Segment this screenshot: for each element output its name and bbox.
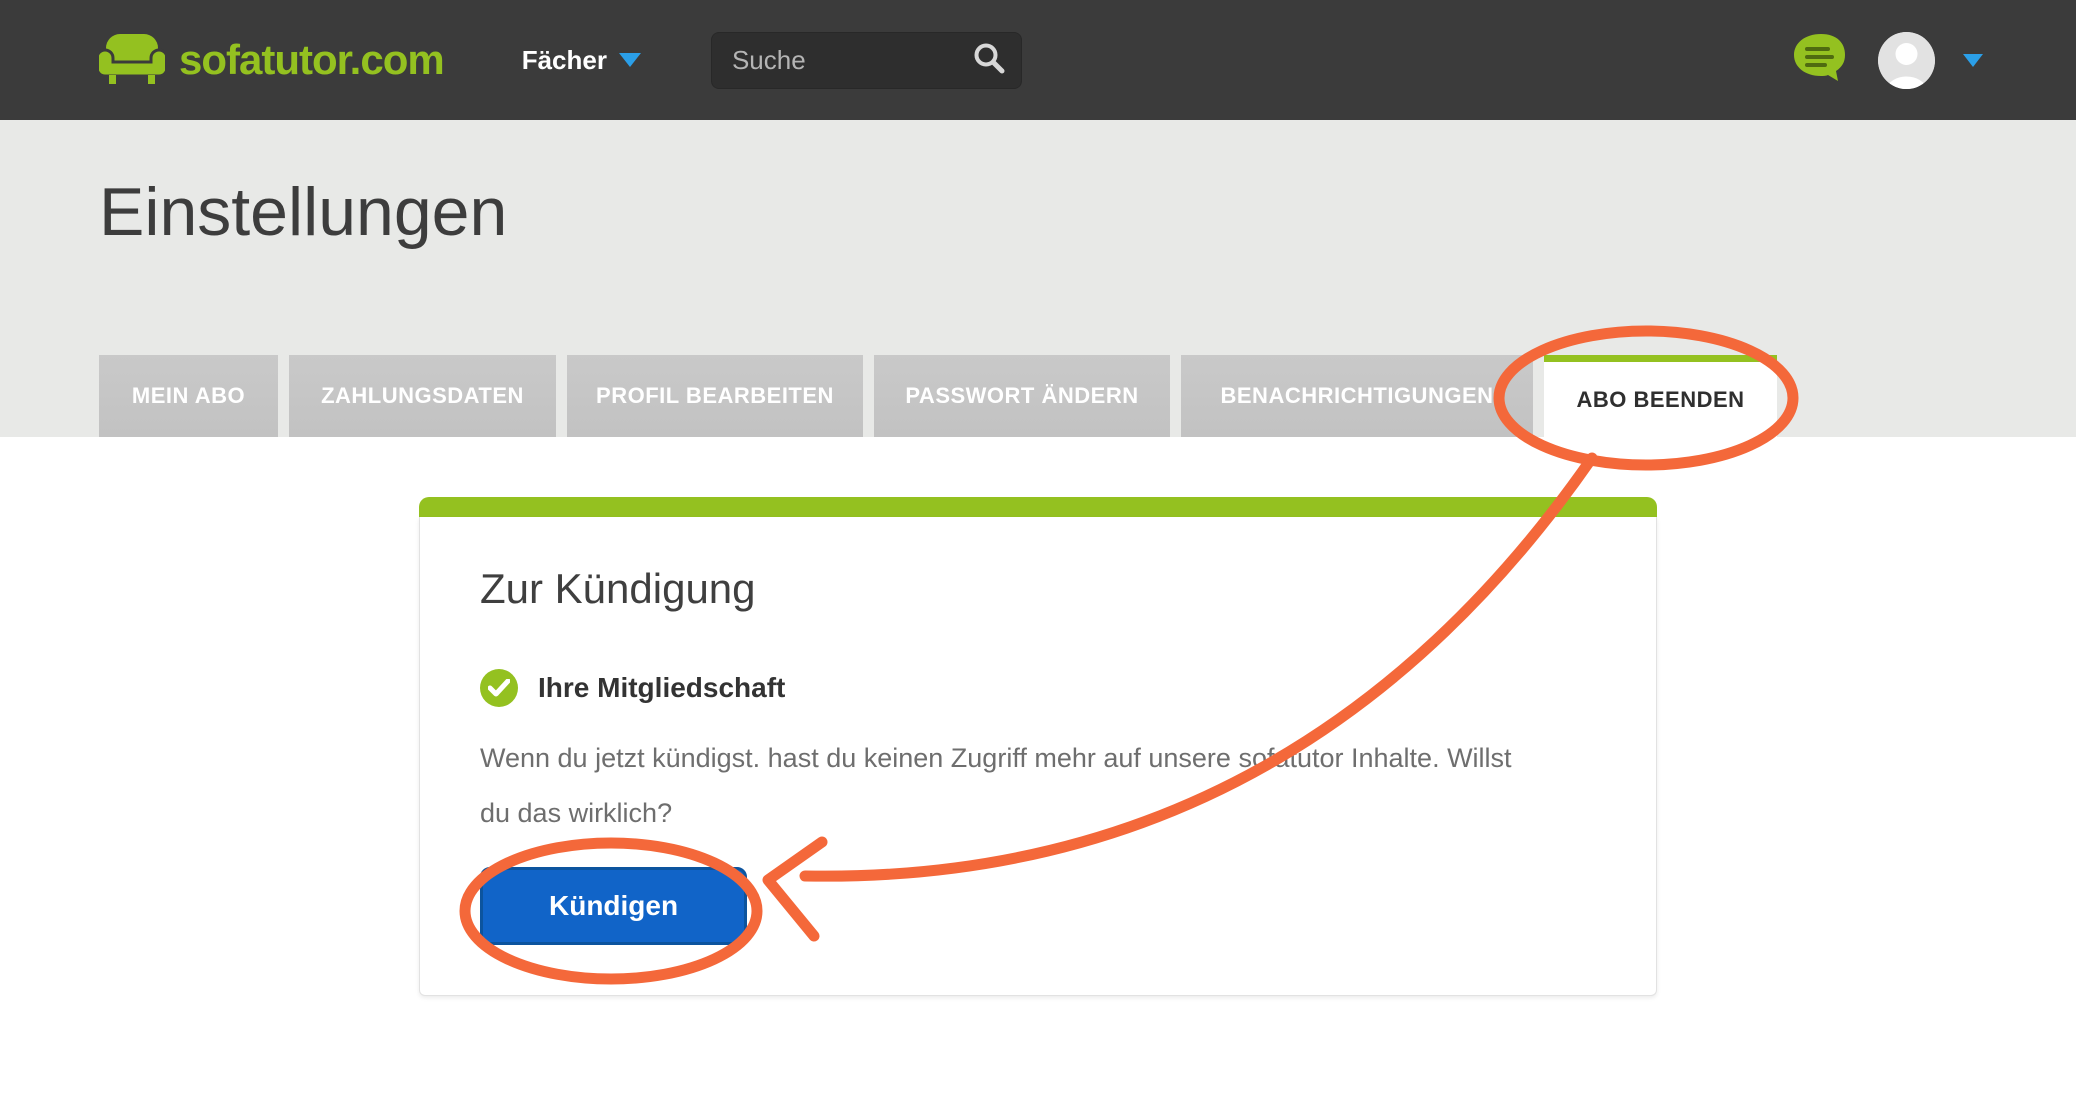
cancellation-warning-text: Wenn du jetzt kündigst. hast du keinen Z… [480, 731, 1540, 841]
navbar-right [1792, 32, 1983, 89]
logo-text: sofatutor.com [179, 36, 444, 84]
account-chevron-down-icon[interactable] [1963, 54, 1983, 67]
logo[interactable]: sofatutor.com [99, 30, 444, 91]
card-accent-bar [419, 497, 1657, 517]
tab-mein-abo[interactable]: MEIN ABO [99, 355, 278, 437]
settings-tabs: MEIN ABO ZAHLUNGSDATEN PROFIL BEARBEITEN… [99, 355, 2076, 437]
chat-bubble-icon[interactable] [1792, 32, 1850, 89]
tab-passwort-aendern[interactable]: PASSWORT ÄNDERN [874, 355, 1170, 437]
check-circle-icon [480, 669, 518, 707]
subjects-label: Fächer [522, 45, 607, 76]
page-title: Einstellungen [99, 172, 2076, 254]
card-body: Zur Kündigung Ihre Mitgliedschaft Wenn d… [419, 517, 1657, 996]
tab-zahlungsdaten[interactable]: ZAHLUNGSDATEN [289, 355, 556, 437]
membership-status-row: Ihre Mitgliedschaft [480, 669, 1596, 707]
cancellation-card: Zur Kündigung Ihre Mitgliedschaft Wenn d… [419, 497, 1657, 996]
sofa-logo-icon [99, 30, 165, 91]
tab-benachrichtigungen[interactable]: BENACHRICHTIGUNGEN [1181, 355, 1533, 437]
search-input[interactable] [730, 44, 971, 77]
card-title: Zur Kündigung [480, 565, 1596, 613]
content-area: Zur Kündigung Ihre Mitgliedschaft Wenn d… [0, 497, 2076, 996]
cancel-subscription-button[interactable]: Kündigen [480, 867, 747, 945]
search-icon[interactable] [971, 40, 1007, 81]
tab-abo-beenden[interactable]: ABO BEENDEN [1544, 355, 1777, 437]
tab-profil-bearbeiten[interactable]: PROFIL BEARBEITEN [567, 355, 863, 437]
nav-item-subjects[interactable]: Fächer [522, 45, 641, 76]
settings-header: Einstellungen MEIN ABO ZAHLUNGSDATEN PRO… [0, 120, 2076, 437]
search-box[interactable] [711, 32, 1022, 89]
avatar[interactable] [1878, 32, 1935, 89]
top-navbar: sofatutor.com Fächer [0, 0, 2076, 120]
membership-heading: Ihre Mitgliedschaft [538, 672, 785, 704]
chevron-down-icon [619, 53, 641, 67]
